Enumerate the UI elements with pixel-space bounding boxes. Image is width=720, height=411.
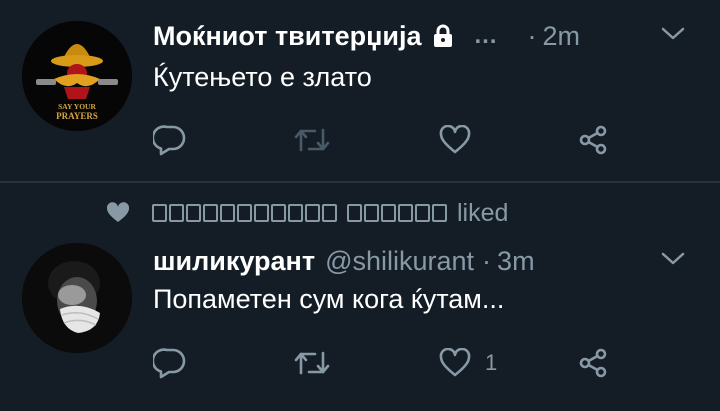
separator-dot: · (527, 20, 537, 51)
avatar-image (22, 243, 132, 353)
missing-glyph-box (415, 204, 430, 222)
liked-by-name-glyphs (152, 204, 449, 222)
heart-icon (106, 202, 130, 224)
timeline: SAY YOUR PRAYERS Моќниот твитерџија … · … (0, 0, 720, 411)
reply-icon (153, 347, 187, 379)
avatar[interactable] (22, 243, 132, 353)
retweet-icon (293, 349, 331, 377)
missing-glyph-box (186, 204, 201, 222)
avatar-caption-1: SAY YOUR (58, 102, 96, 111)
liked-by-context[interactable]: liked (106, 197, 508, 229)
like-count: 1 (485, 350, 498, 375)
like-button[interactable]: 1 (439, 343, 497, 383)
reply-button[interactable] (153, 120, 187, 160)
missing-glyph-box (381, 204, 396, 222)
share-button[interactable] (577, 343, 609, 383)
lock-icon (430, 23, 456, 49)
share-icon (577, 347, 609, 379)
display-name[interactable]: Моќниот твитерџија (153, 21, 422, 52)
retweet-button[interactable] (293, 343, 331, 383)
missing-glyph-box (220, 204, 235, 222)
missing-glyph-box (347, 204, 362, 222)
tweet-actions (153, 120, 653, 160)
retweet-button[interactable] (293, 120, 331, 160)
like-button[interactable] (439, 120, 471, 160)
avatar[interactable]: SAY YOUR PRAYERS (22, 21, 132, 131)
retweet-icon (293, 126, 331, 154)
tweet[interactable]: SAY YOUR PRAYERS Моќниот твитерџија … · … (0, 0, 720, 180)
tweet-header: шиликурант @shilikurant · 3m (153, 241, 698, 281)
name-ellipsis: … (473, 22, 498, 49)
missing-glyph-box (271, 204, 286, 222)
like-icon (439, 125, 471, 155)
display-name[interactable]: шиликурант (153, 246, 315, 277)
tweet-text: Попаметен сум кога ќутам... (153, 284, 505, 314)
missing-glyph-box (203, 204, 218, 222)
timestamp[interactable]: 2m (543, 21, 581, 52)
share-button[interactable] (577, 120, 609, 160)
user-handle[interactable]: @shilikurant (325, 246, 474, 277)
tweet[interactable]: liked шиликурант @shilikurant · 3m Попам… (0, 183, 720, 411)
missing-glyph-box (305, 204, 320, 222)
tweet-actions: 1 (153, 343, 653, 383)
missing-glyph-box (169, 204, 184, 222)
avatar-caption-2: PRAYERS (56, 111, 98, 121)
reply-icon (153, 124, 187, 156)
liked-label: liked (457, 198, 509, 227)
reply-button[interactable] (153, 343, 187, 383)
chevron-down-icon[interactable] (660, 249, 686, 269)
missing-glyph-box (237, 204, 252, 222)
avatar-image: SAY YOUR PRAYERS (22, 21, 132, 131)
missing-glyph-box (432, 204, 447, 222)
like-icon (439, 348, 471, 378)
missing-glyph-box (254, 204, 269, 222)
separator-dot: · (482, 245, 492, 276)
missing-glyph-box (152, 204, 167, 222)
timestamp[interactable]: 3m (497, 246, 535, 277)
missing-glyph-box (322, 204, 337, 222)
chevron-down-icon[interactable] (660, 24, 686, 44)
missing-glyph-box (398, 204, 413, 222)
missing-glyph-box (364, 204, 379, 222)
missing-glyph-box (288, 204, 303, 222)
tweet-text: Ќутењето е злато (153, 62, 372, 92)
share-icon (577, 124, 609, 156)
tweet-header: Моќниот твитерџија … · 2m (153, 16, 698, 56)
